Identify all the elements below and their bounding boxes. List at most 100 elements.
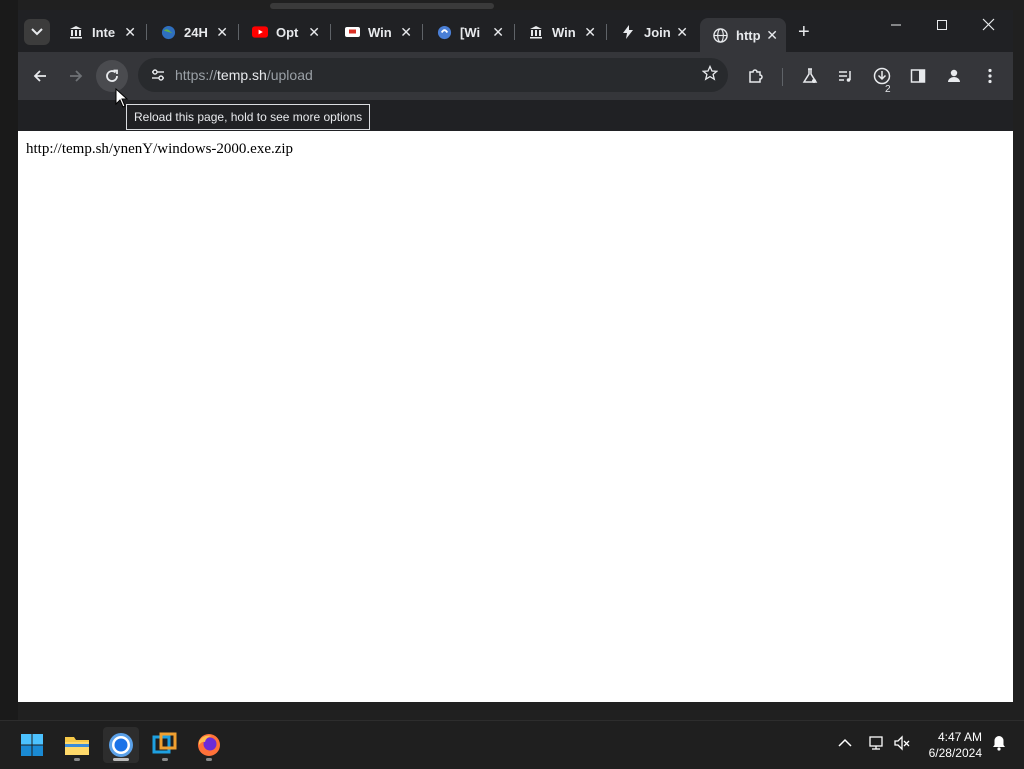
profile-button[interactable] [938,60,970,92]
minimize-button[interactable] [873,18,919,36]
side-panel-button[interactable] [902,60,934,92]
tab-divider [422,24,423,40]
windows-logo-icon [21,734,43,756]
labs-button[interactable] [794,60,826,92]
running-indicator [162,758,168,761]
bolt-icon [620,24,636,40]
mouse-cursor-icon [115,87,129,113]
toolbar: https://temp.sh/upload 2 [18,52,1013,100]
tab-5[interactable]: [Wi ✕ [424,18,512,46]
arrow-left-icon [33,70,46,82]
clock-date: 6/28/2024 [928,746,982,760]
close-icon [982,18,994,31]
tab-title: Inte [92,24,116,40]
url-text[interactable]: https://temp.sh/upload [175,67,313,83]
network-icon [869,736,883,750]
tab-1[interactable]: Inte ✕ [56,18,144,46]
tab-search-button[interactable] [24,19,50,45]
tab-title: http [736,27,761,43]
page-content: http://temp.sh/ynenY/windows-2000.exe.zi… [18,131,1013,702]
bell-icon [993,736,1005,751]
close-icon[interactable]: ✕ [676,24,688,41]
forward-button[interactable] [60,60,92,92]
flask-icon [802,68,818,83]
tab-title: Join [644,24,671,40]
tab-6[interactable]: Win ✕ [516,18,604,46]
tab-divider [514,24,515,40]
tab-strip: Inte ✕ 24H ✕ Opt ✕ Win ✕ [Wi ✕ Win ✕ Joi… [18,10,1013,52]
clock-time: 4:47 AM [937,730,982,744]
maximize-button[interactable] [919,18,965,36]
show-hidden-icons-button[interactable] [838,735,852,751]
tab-4[interactable]: Win ✕ [332,18,420,46]
close-icon[interactable]: ✕ [766,27,778,44]
start-button[interactable] [14,727,50,763]
tab-8-active[interactable]: http ✕ [700,18,786,52]
minimize-icon [891,24,901,26]
bank-icon [528,24,544,40]
chevron-up-icon [838,738,852,747]
back-button[interactable] [24,60,56,92]
bookmark-star-icon[interactable] [701,64,719,86]
globe-icon [712,27,728,43]
puzzle-icon [749,69,763,83]
address-bar[interactable]: https://temp.sh/upload [138,58,728,92]
ticket-icon [344,24,360,40]
tab-7[interactable]: Join ✕ [608,18,696,46]
url-path: /upload [266,67,313,83]
virtualbox-button[interactable] [147,727,183,763]
tab-3[interactable]: Opt ✕ [240,18,328,46]
close-icon[interactable]: ✕ [216,24,228,41]
toolbar-divider [782,68,783,86]
close-window-button[interactable] [965,18,1011,36]
blue-circle-icon [436,24,452,40]
chrome-icon [109,733,133,757]
file-explorer-button[interactable] [59,727,95,763]
clock[interactable]: 4:47 AM 6/28/2024 [929,729,982,761]
virtualbox-icon [152,732,177,754]
speaker-muted-icon [894,735,910,751]
active-indicator [113,758,129,761]
tab-divider [146,24,147,40]
new-tab-button[interactable]: + [798,22,810,42]
close-icon[interactable]: ✕ [400,24,412,41]
close-icon[interactable]: ✕ [124,24,136,41]
notifications-button[interactable] [992,735,1006,756]
network-button[interactable] [867,735,885,754]
person-icon [948,69,960,82]
music-queue-icon [839,71,851,82]
tab-2[interactable]: 24H ✕ [148,18,236,46]
youtube-icon [252,24,268,40]
downloads-button[interactable] [866,60,898,92]
firefox-button[interactable] [191,727,227,763]
tab-title: Win [368,24,392,40]
page-text: http://temp.sh/ynenY/windows-2000.exe.zi… [26,141,294,157]
tab-divider [330,24,331,40]
chrome-taskbar-button[interactable] [103,727,139,763]
close-icon[interactable]: ✕ [584,24,596,41]
folder-icon [65,737,89,755]
close-icon[interactable]: ✕ [492,24,504,41]
bank-icon [68,24,84,40]
taskbar: 4:47 AM 6/28/2024 [0,720,1024,769]
url-host: temp.sh [217,67,267,83]
background-window-edge [270,3,494,9]
close-icon[interactable]: ✕ [308,24,320,41]
side-panel-icon [910,69,926,83]
volume-button[interactable] [893,735,911,754]
firefox-icon [198,734,220,756]
reload-icon [106,69,118,82]
menu-button[interactable] [974,60,1006,92]
media-controls-button[interactable] [830,60,862,92]
tab-divider [238,24,239,40]
tab-title: Win [552,24,576,40]
extensions-button[interactable] [740,60,772,92]
maximize-icon [937,20,947,30]
running-indicator [74,758,80,761]
downloads-count-badge: 2 [885,84,891,95]
site-settings-icon[interactable] [146,63,170,87]
desktop-edge [0,0,18,720]
url-scheme: https:// [175,67,218,83]
chevron-down-icon [31,25,43,39]
running-indicator [206,758,212,761]
